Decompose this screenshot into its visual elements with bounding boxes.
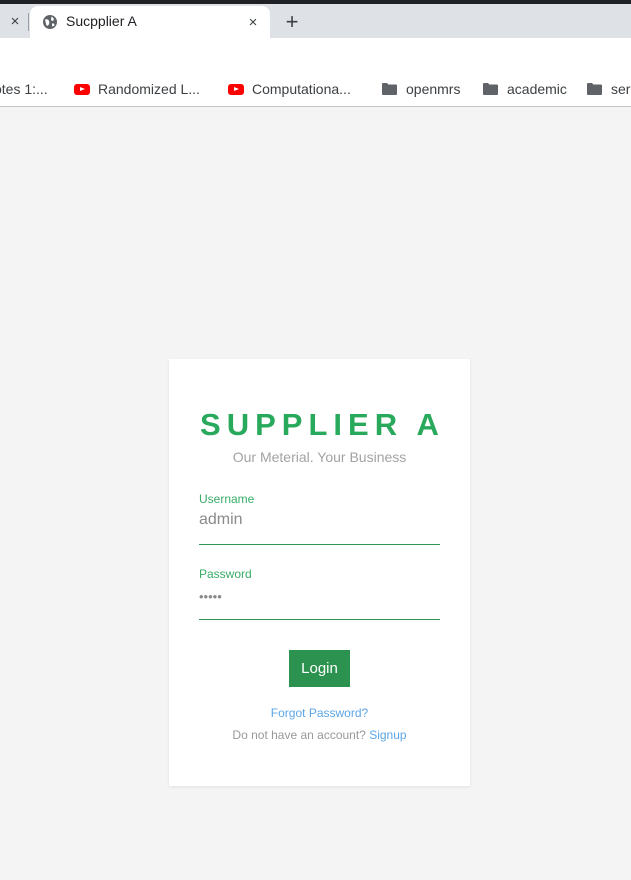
bookmark-label: ser [611,81,631,97]
tab-separator [28,13,29,31]
bookmark-item[interactable]: Randomized L... [74,80,200,98]
password-input[interactable]: ••••• [199,586,440,608]
bookmark-item[interactable]: ser [587,80,630,98]
bookmark-label: Randomized L... [98,81,200,97]
previous-tab-close-icon[interactable]: × [6,12,24,30]
brand-tagline: Our Meterial. Your Business [232,449,407,465]
username-field[interactable]: Username admin [199,492,440,533]
folder-icon [382,83,397,95]
password-field[interactable]: Password ••••• [199,567,440,608]
bookmarks-bar: otes 1:... Randomized L... Computationa.… [0,70,631,107]
folder-icon [483,83,498,95]
new-tab-button[interactable]: + [280,10,304,34]
brand-title: SUPPLIER A [200,407,445,442]
signup-link[interactable]: Signup [369,728,406,742]
globe-icon [43,15,57,29]
bookmark-item[interactable]: Computationa... [228,80,351,98]
browser-toolbar [0,38,631,70]
bookmark-item[interactable]: openmrs [382,80,460,98]
bookmark-label: academic [507,81,567,97]
bookmark-label: otes 1:... [0,81,48,97]
bookmark-label: Computationa... [252,81,351,97]
username-underline [199,544,440,545]
tab-title: Sucpplier A [66,13,137,29]
password-underline [199,619,440,620]
login-card: SUPPLIER A Our Meterial. Your Business U… [169,359,470,786]
no-account-text: Do not have an account? [232,728,366,742]
youtube-icon [74,83,90,95]
bookmark-item[interactable]: otes 1:... [0,80,48,98]
bookmark-label: openmrs [406,81,461,97]
username-label: Username [199,492,255,506]
tab-bar: × Sucpplier A × + [0,4,631,38]
youtube-icon [228,83,244,95]
signup-prompt: Do not have an account? Signup [169,728,470,742]
username-input[interactable]: admin [199,511,440,533]
page-content: SUPPLIER A Our Meterial. Your Business U… [0,108,631,880]
forgot-password-link[interactable]: Forgot Password? [169,706,470,720]
tab-active[interactable]: Sucpplier A × [30,6,270,38]
bookmark-item[interactable]: academic [483,80,567,98]
password-label: Password [199,567,252,581]
folder-icon [587,83,602,95]
close-tab-icon[interactable]: × [244,13,262,31]
login-button[interactable]: Login [289,650,350,687]
